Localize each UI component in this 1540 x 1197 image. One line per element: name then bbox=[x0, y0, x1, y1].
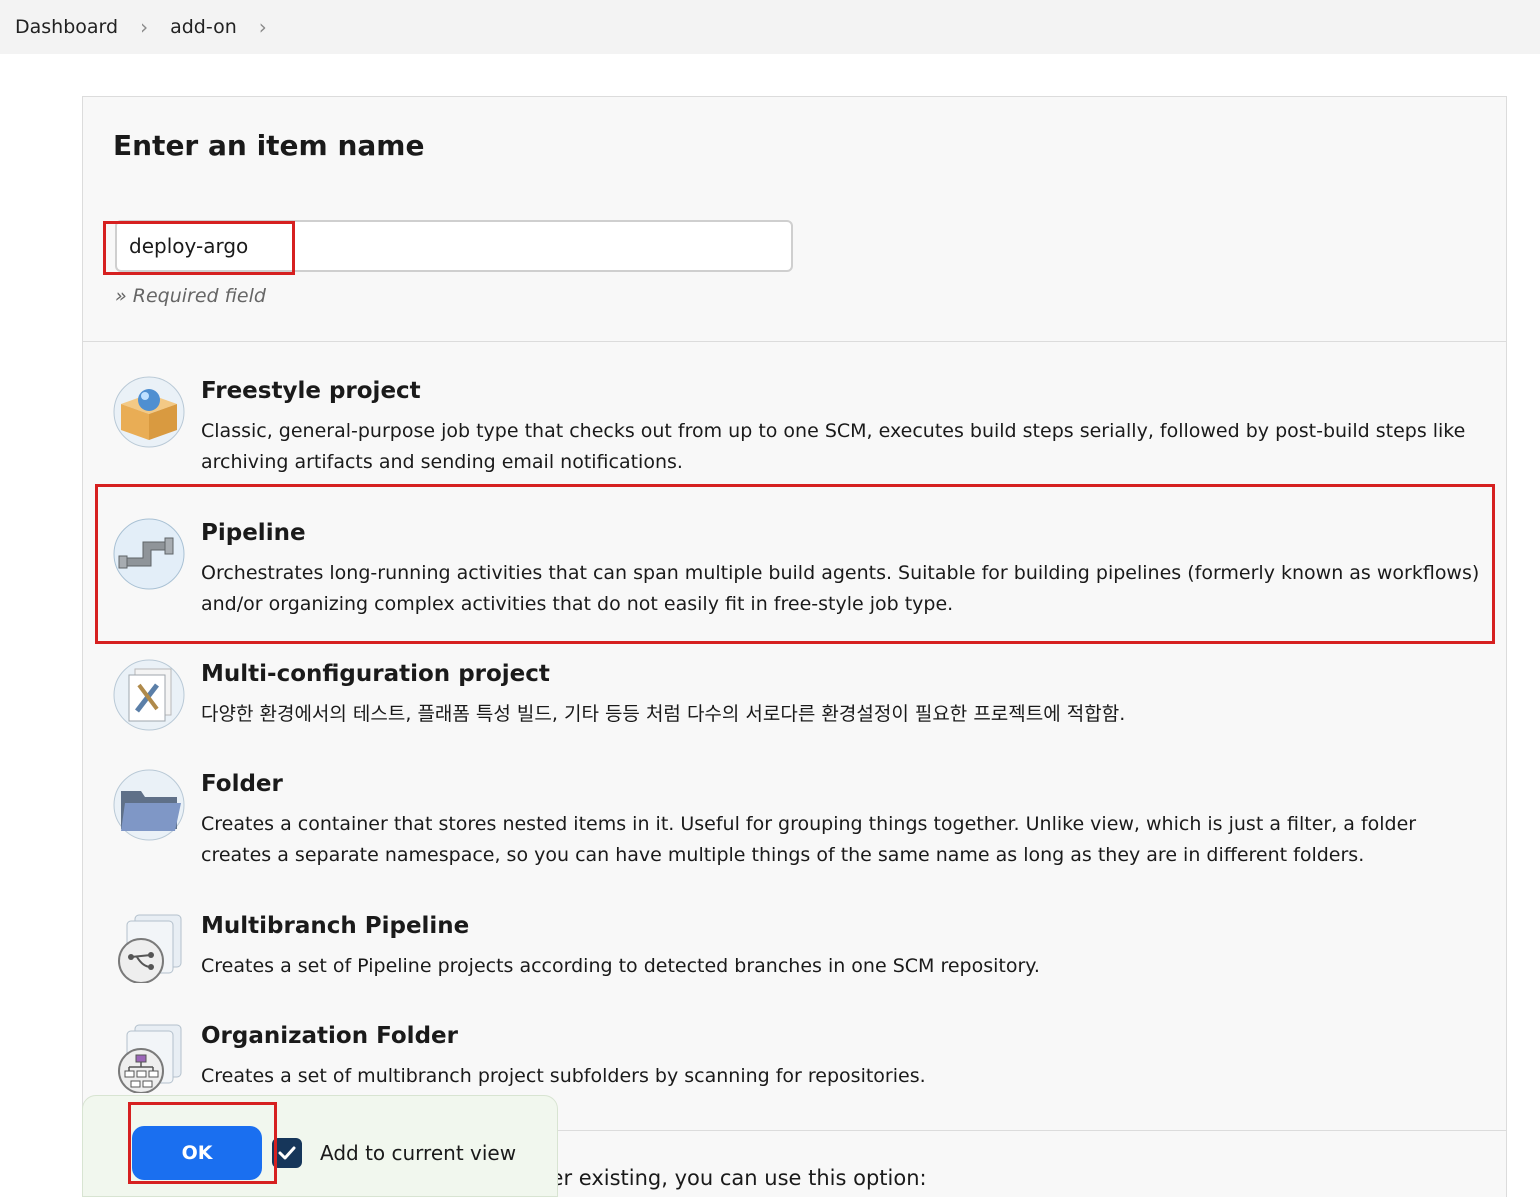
item-type-name: Multi-configuration project bbox=[201, 661, 550, 687]
item-type-description: 다양한 환경에서의 테스트, 플래폼 특성 빌드, 기타 등등 처럼 다수의 서… bbox=[201, 703, 1126, 725]
pipeline-pipe-icon bbox=[113, 518, 185, 590]
item-type-name: Freestyle project bbox=[201, 378, 421, 404]
item-type-description: Creates a set of multibranch project sub… bbox=[201, 1065, 926, 1087]
required-field-note: » Required field bbox=[115, 285, 266, 307]
item-type-name: Folder bbox=[201, 771, 283, 797]
multi-config-tools-icon bbox=[113, 659, 185, 731]
new-item-panel: Enter an item name » Required field Free… bbox=[82, 96, 1507, 1197]
folder-icon bbox=[113, 769, 185, 841]
page-title: Enter an item name bbox=[113, 129, 425, 162]
item-type-description: Creates a container that stores nested i… bbox=[201, 813, 1417, 866]
item-type-name: Organization Folder bbox=[201, 1023, 458, 1049]
item-type-description: Classic, general-purpose job type that c… bbox=[201, 420, 1466, 473]
multibranch-icon bbox=[118, 914, 182, 983]
breadcrumb: Dashboard › add-on › bbox=[0, 0, 1540, 54]
item-name-input[interactable] bbox=[115, 220, 793, 272]
item-type-name: Multibranch Pipeline bbox=[201, 913, 470, 939]
organization-folder-icon bbox=[118, 1024, 182, 1093]
checkmark-icon bbox=[278, 1146, 296, 1160]
item-type-description: Creates a set of Pipeline projects accor… bbox=[201, 955, 1040, 977]
breadcrumb-add-on[interactable]: add-on bbox=[170, 16, 237, 38]
add-to-view-checkbox[interactable] bbox=[272, 1138, 302, 1168]
chevron-right-icon[interactable]: › bbox=[140, 15, 148, 39]
add-to-view-label[interactable]: Add to current view bbox=[320, 1141, 516, 1165]
divider bbox=[83, 341, 1506, 342]
item-type-name: Pipeline bbox=[201, 520, 306, 546]
freestyle-box-icon bbox=[113, 376, 185, 448]
item-type-description: Orchestrates long-running activities tha… bbox=[201, 562, 1480, 615]
ok-button[interactable]: OK bbox=[132, 1126, 262, 1180]
breadcrumb-dashboard[interactable]: Dashboard bbox=[15, 16, 118, 38]
chevron-right-icon[interactable]: › bbox=[259, 15, 267, 39]
